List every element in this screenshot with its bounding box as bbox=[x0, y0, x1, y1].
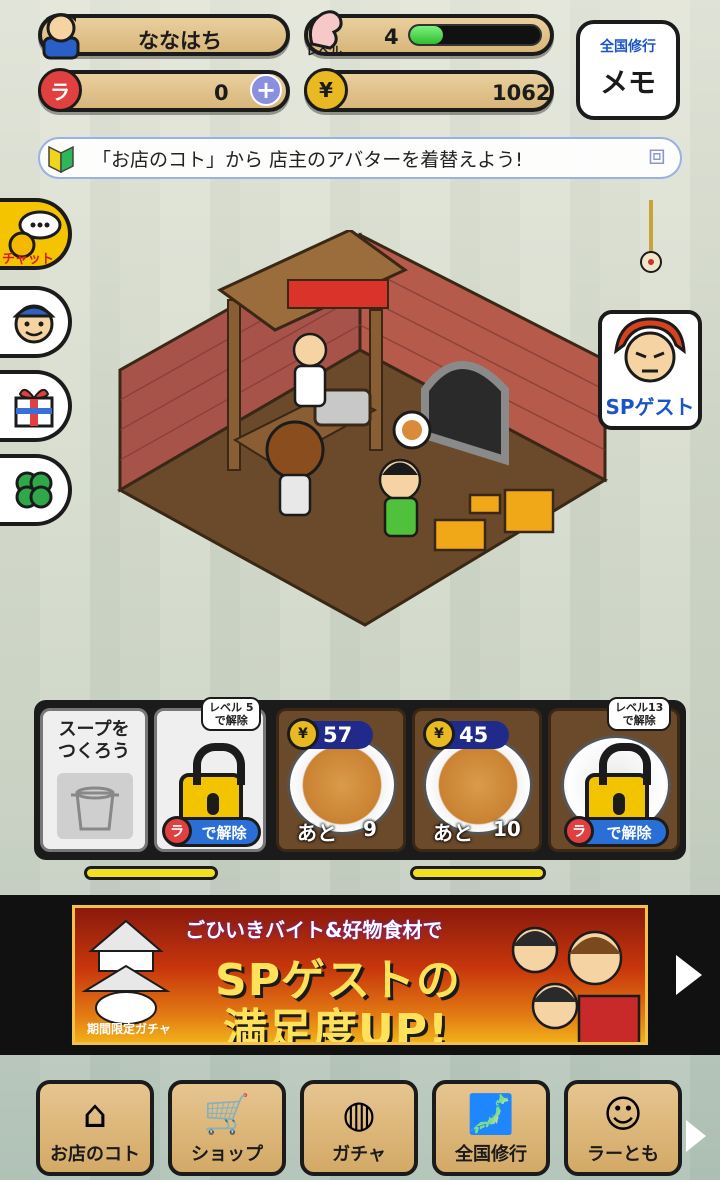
add-ticket-button[interactable]: + bbox=[250, 74, 282, 106]
tip-text: 「お店のコト」から 店主のアバターを着替えよう! bbox=[92, 148, 523, 171]
staff-face-icon bbox=[12, 304, 56, 344]
soup-slot-2[interactable]: ¥ 45 あと 10 bbox=[412, 708, 542, 852]
charm-ornament-icon[interactable] bbox=[636, 200, 666, 276]
soup-progress-bar-2 bbox=[410, 866, 546, 880]
nav-label: ガチャ bbox=[332, 1144, 386, 1165]
memo-top-label: 全国修行 bbox=[600, 39, 656, 55]
nav-label: 全国修行 bbox=[455, 1144, 527, 1165]
tip-bar[interactable]: 「お店のコト」から 店主のアバターを着替えよう! bbox=[38, 137, 682, 179]
friend-icon: ☺ bbox=[603, 1092, 643, 1136]
sp-guest-gacha-banner[interactable]: ごひいきバイト&好物食材で SPゲストの 満足度UP! 期間限定ガチャ bbox=[72, 905, 648, 1045]
nav-gacha[interactable]: ◍ ガチャ bbox=[300, 1080, 418, 1176]
guest-characters-illustration bbox=[511, 926, 641, 1042]
ramen-ticket-icon: ラ bbox=[162, 816, 192, 846]
present-box-icon bbox=[14, 388, 54, 428]
sp-guest-label: SPゲスト bbox=[605, 395, 695, 419]
nav-shop-info[interactable]: ⌂ お店のコト bbox=[36, 1080, 154, 1176]
ramen-ticket-icon: ラ bbox=[38, 68, 82, 112]
shop-room-scene bbox=[116, 228, 609, 627]
remaining-label: あと bbox=[297, 821, 337, 845]
coin-count: 1062 bbox=[492, 81, 551, 105]
empty-pot-icon bbox=[57, 773, 133, 839]
clover-button[interactable] bbox=[0, 454, 72, 526]
nav-nationwide-training[interactable]: 🗾 全国修行 bbox=[432, 1080, 550, 1176]
banner-subtitle: 期間限定ガチャ bbox=[87, 1022, 171, 1036]
make-soup-title: スープをつくろう bbox=[58, 719, 130, 762]
remaining-label: あと bbox=[433, 821, 473, 845]
coin-icon: ¥ bbox=[287, 718, 319, 750]
nav-label: ラーとも bbox=[587, 1144, 659, 1165]
level-progress-fill bbox=[410, 26, 443, 44]
unlock-label: で解除 bbox=[606, 823, 652, 842]
memo-bottom-label: メモ bbox=[599, 66, 656, 99]
present-button[interactable] bbox=[0, 370, 72, 442]
soup-price-value: 45 bbox=[459, 723, 489, 747]
nav-next-arrow[interactable] bbox=[686, 1120, 706, 1152]
staff-button[interactable] bbox=[0, 286, 72, 358]
soup-progress-bar-1 bbox=[84, 866, 218, 880]
banner-title-line2: 満足度UP! bbox=[223, 1005, 450, 1045]
banner-next-arrow[interactable] bbox=[676, 955, 702, 995]
clover-icon bbox=[15, 471, 53, 509]
ramen-ticket-count: 0 bbox=[214, 81, 229, 105]
map-icon: 🗾 bbox=[467, 1092, 515, 1136]
soup-price-value: 57 bbox=[323, 723, 353, 747]
level-label: レベル bbox=[306, 44, 343, 58]
pagoda-illustration bbox=[81, 919, 171, 1025]
unlock-label: で解除 bbox=[201, 823, 247, 842]
soup-price: ¥ 57 bbox=[287, 718, 373, 750]
nav-shop[interactable]: 🛒 ショップ bbox=[168, 1080, 286, 1176]
beginner-mark-icon bbox=[48, 145, 74, 173]
avatar-icon[interactable] bbox=[38, 8, 84, 60]
unlock-button[interactable]: ラ で解除 bbox=[564, 816, 669, 847]
shop-room[interactable] bbox=[100, 228, 620, 650]
locked-soup-slot-2[interactable]: レベル13 で解除 ラ で解除 bbox=[548, 697, 680, 852]
gacha-icon: ◍ bbox=[342, 1092, 376, 1136]
level-requirement-bubble: レベル13 で解除 bbox=[607, 697, 672, 731]
coin-icon: ¥ bbox=[423, 718, 455, 750]
banner-headline: ごひいきバイト&好物食材で bbox=[185, 918, 443, 942]
coin-icon: ¥ bbox=[304, 68, 348, 112]
cart-icon: 🛒 bbox=[203, 1092, 251, 1136]
player-name: ななはち bbox=[138, 29, 222, 53]
level-requirement-bubble: レベル 5 で解除 bbox=[201, 697, 262, 731]
remaining-count: 10 bbox=[493, 817, 521, 841]
soup-slot-1[interactable]: ¥ 57 あと 9 bbox=[276, 708, 406, 852]
house-icon: ⌂ bbox=[82, 1092, 108, 1136]
nav-friends[interactable]: ☺ ラーとも bbox=[564, 1080, 682, 1176]
unlock-button[interactable]: ラ で解除 bbox=[162, 816, 261, 847]
sp-guest-portrait-icon bbox=[614, 317, 686, 383]
make-soup-card[interactable]: スープをつくろう bbox=[40, 708, 148, 852]
nav-label: お店のコト bbox=[50, 1144, 140, 1165]
chat-label: チャット bbox=[2, 252, 54, 267]
nationwide-memo-button[interactable]: 全国修行 メモ bbox=[576, 20, 680, 120]
soup-price: ¥ 45 bbox=[423, 718, 509, 750]
nav-label: ショップ bbox=[191, 1144, 263, 1165]
sp-guest-button[interactable]: SPゲスト bbox=[598, 310, 702, 430]
remaining-count: 9 bbox=[363, 817, 377, 841]
level-progress-bar bbox=[408, 24, 542, 46]
level-value: 4 bbox=[384, 25, 399, 49]
locked-soup-slot-1[interactable]: レベル 5 で解除 ラ で解除 bbox=[154, 697, 266, 852]
gift-box-icon[interactable]: ⧈ bbox=[648, 138, 684, 174]
ramen-ticket-icon: ラ bbox=[564, 816, 594, 846]
